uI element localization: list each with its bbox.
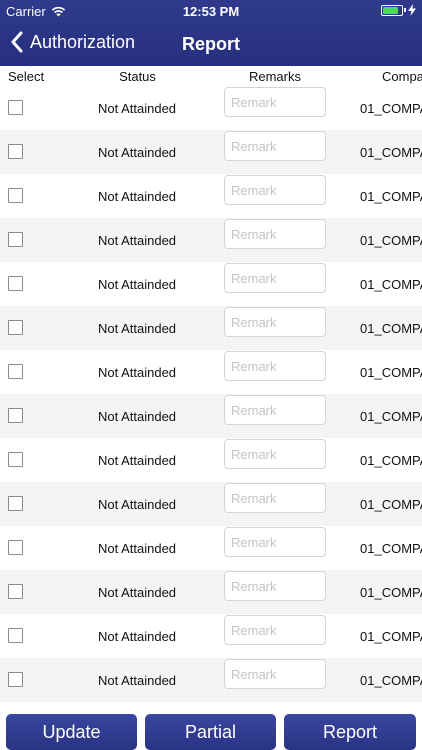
remark-input[interactable] xyxy=(224,659,326,689)
company-cell: 01_COMPA xyxy=(360,277,422,292)
select-checkbox[interactable] xyxy=(8,144,23,159)
table-row: Not Attainded 01_COMPA xyxy=(0,218,422,262)
remark-input[interactable] xyxy=(224,87,326,117)
remark-input[interactable] xyxy=(224,263,326,293)
company-cell: 01_COMPA xyxy=(360,409,422,424)
select-checkbox[interactable] xyxy=(8,364,23,379)
status-cell: Not Attainded xyxy=(97,189,177,204)
status-cell: Not Attainded xyxy=(97,321,177,336)
column-header-remarks: Remarks xyxy=(248,69,301,84)
battery-indicator xyxy=(381,4,416,16)
company-cell: 01_COMPA xyxy=(360,321,422,336)
remark-input[interactable] xyxy=(224,527,326,557)
select-checkbox[interactable] xyxy=(8,232,23,247)
status-cell: Not Attainded xyxy=(97,497,177,512)
report-button[interactable]: Report xyxy=(284,714,416,750)
status-cell: Not Attainded xyxy=(97,145,177,160)
company-cell: 01_COMPA xyxy=(360,365,422,380)
select-checkbox[interactable] xyxy=(8,672,23,687)
company-cell: 01_COMPA xyxy=(360,629,422,644)
status-cell: Not Attainded xyxy=(97,629,177,644)
status-cell: Not Attainded xyxy=(97,673,177,688)
battery-tip xyxy=(404,8,406,12)
table-row: Not Attainded 01_COMPA xyxy=(0,86,422,130)
table-row: Not Attainded 01_COMPA xyxy=(0,350,422,394)
company-cell: 01_COMPA xyxy=(360,233,422,248)
clock: 12:53 PM xyxy=(182,4,240,19)
status-cell: Not Attainded xyxy=(97,409,177,424)
action-bar: Update Partial Report xyxy=(0,714,422,750)
company-cell: 01_COMPA xyxy=(360,497,422,512)
remark-input[interactable] xyxy=(224,571,326,601)
table-row: Not Attainded 01_COMPA xyxy=(0,130,422,174)
table-row: Not Attainded 01_COMPA xyxy=(0,614,422,658)
company-cell: 01_COMPA xyxy=(360,453,422,468)
select-checkbox[interactable] xyxy=(8,496,23,511)
company-cell: 01_COMPA xyxy=(360,673,422,688)
charging-bolt-icon xyxy=(408,4,416,16)
status-cell: Not Attainded xyxy=(97,277,177,292)
navigation-bar: Authorization Report xyxy=(0,22,422,66)
select-checkbox[interactable] xyxy=(8,276,23,291)
remark-input[interactable] xyxy=(224,175,326,205)
company-cell: 01_COMPA xyxy=(360,541,422,556)
table-header: Select Status Remarks Compa xyxy=(0,66,422,86)
table-row: Not Attainded 01_COMPA xyxy=(0,570,422,614)
table-row: Not Attainded 01_COMPA xyxy=(0,174,422,218)
select-checkbox[interactable] xyxy=(8,628,23,643)
battery-icon xyxy=(381,4,403,16)
partial-button[interactable]: Partial xyxy=(145,714,276,750)
page-title-text: Report xyxy=(182,34,240,54)
select-checkbox[interactable] xyxy=(8,540,23,555)
company-cell: 01_COMPA xyxy=(360,101,422,116)
table-row: Not Attainded 01_COMPA xyxy=(0,306,422,350)
table-row: Not Attainded 01_COMPA xyxy=(0,526,422,570)
remark-input[interactable] xyxy=(224,307,326,337)
table-row: Not Attainded 01_COMPA xyxy=(0,438,422,482)
status-cell: Not Attainded xyxy=(97,585,177,600)
column-header-select: Select xyxy=(8,69,45,84)
status-bar: Carrier 12:53 PM xyxy=(0,0,422,22)
table-row: Not Attainded 01_COMPA xyxy=(0,262,422,306)
remark-input[interactable] xyxy=(224,351,326,381)
remark-input[interactable] xyxy=(224,131,326,161)
select-checkbox[interactable] xyxy=(8,408,23,423)
status-cell: Not Attainded xyxy=(97,453,177,468)
select-checkbox[interactable] xyxy=(8,452,23,467)
table-row: Not Attainded 01_COMPA xyxy=(0,482,422,526)
remark-input[interactable] xyxy=(224,439,326,469)
status-cell: Not Attainded xyxy=(97,233,177,248)
remark-input[interactable] xyxy=(224,483,326,513)
status-cell: Not Attainded xyxy=(97,101,177,116)
remark-input[interactable] xyxy=(224,395,326,425)
status-cell: Not Attainded xyxy=(97,541,177,556)
company-cell: 01_COMPA xyxy=(360,189,422,204)
remark-input[interactable] xyxy=(224,219,326,249)
column-header-company: Compa xyxy=(382,69,422,84)
company-cell: 01_COMPA xyxy=(360,585,422,600)
column-header-status: Status xyxy=(119,69,156,84)
battery-level-fill xyxy=(383,6,399,14)
select-checkbox[interactable] xyxy=(8,188,23,203)
select-checkbox[interactable] xyxy=(8,584,23,599)
page-title: Report xyxy=(0,34,422,55)
company-cell: 01_COMPA xyxy=(360,145,422,160)
select-checkbox[interactable] xyxy=(8,320,23,335)
app-header: Carrier 12:53 PM Authorization Report xyxy=(0,0,422,66)
status-cell: Not Attainded xyxy=(97,365,177,380)
table-row: Not Attainded 01_COMPA xyxy=(0,394,422,438)
select-checkbox[interactable] xyxy=(8,100,23,115)
update-button[interactable]: Update xyxy=(6,714,137,750)
table-row: Not Attainded 01_COMPA xyxy=(0,658,422,702)
report-table[interactable]: Not Attainded 01_COMPA Not Attainded 01_COM… xyxy=(0,86,422,714)
remark-input[interactable] xyxy=(224,615,326,645)
